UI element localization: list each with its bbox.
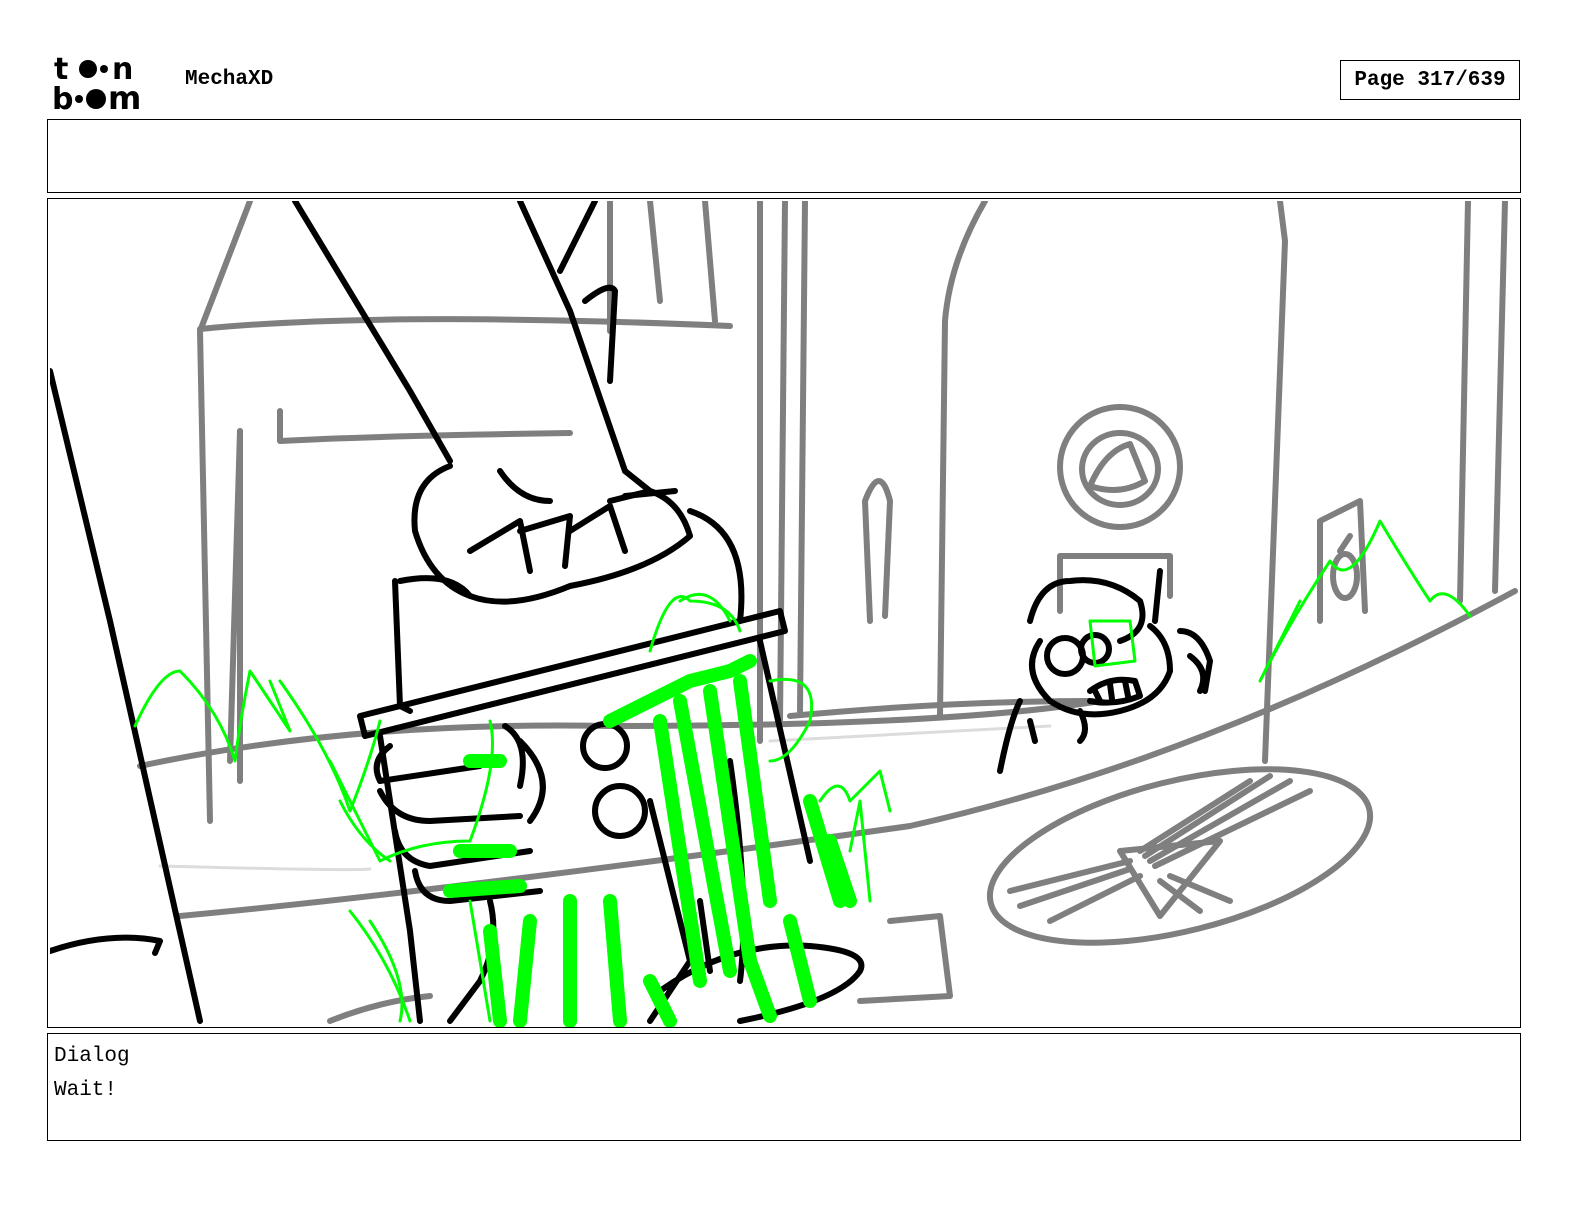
storyboard-panel [47,198,1521,1028]
background-sketch [137,201,1518,1024]
notes-panel [47,119,1521,193]
logo-letter-m: m [108,79,141,112]
storyboard-sketch [50,201,1518,1027]
page-counter: Page 317/639 [1340,60,1520,100]
logo-letter-b: b [52,82,73,112]
dialog-text: Wait! [54,1079,118,1102]
dialog-panel: Dialog Wait! [47,1033,1521,1141]
project-name: MechaXD [185,68,274,91]
toon-boom-logo: t n b m [52,52,164,117]
dialog-label: Dialog [54,1045,130,1068]
